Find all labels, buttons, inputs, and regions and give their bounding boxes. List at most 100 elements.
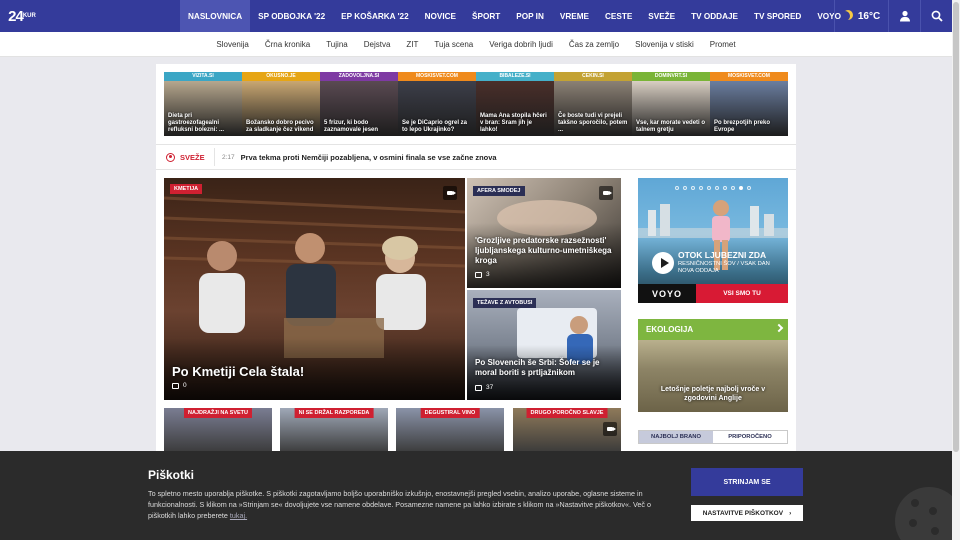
category-badge[interactable]: TEŽAVE Z AVTOBUSI — [473, 298, 537, 308]
partner-image: Božansko dobro pecivo za sladkanje čez v… — [242, 81, 320, 136]
partner-title[interactable]: 5 frizur, ki bodo zaznamovale jesen — [324, 120, 395, 134]
nav-item[interactable]: POP IN — [508, 0, 552, 32]
nav-item[interactable]: TV SPORED — [746, 0, 809, 32]
partner-title[interactable]: Če boste tudi vi prejeli takšno sporočil… — [558, 113, 629, 134]
divider — [214, 148, 215, 166]
subnav-item[interactable]: Promet — [702, 40, 744, 49]
partner-image: Mama Ana stopila hčeri v bran: Sram jih … — [476, 81, 554, 136]
small-story-card[interactable]: DEGUSTIRAL VINO — [396, 408, 504, 453]
cookie-more-link[interactable]: tukaj. — [230, 511, 247, 520]
site-logo[interactable]: 24 KUR — [0, 0, 44, 32]
partner-title[interactable]: Se je DiCaprio ogrel za to lepo Ukrajink… — [402, 120, 473, 134]
subnav-item[interactable]: Slovenija — [208, 40, 256, 49]
main-story-card[interactable]: KMETIJA Po Kmetiji Cela štala! 0 — [164, 178, 465, 400]
breaking-headline[interactable]: Prva tekma proti Nemčiji pozabljena, v o… — [241, 153, 497, 162]
voyo-cta-button[interactable]: VSI SMO TU — [696, 284, 788, 303]
cookie-settings-button[interactable]: NASTAVITVE PIŠKOTKOV › — [691, 505, 803, 521]
partner-card[interactable]: CEKIN.SI Če boste tudi vi prejeli takšno … — [554, 72, 632, 136]
story-card[interactable]: TEŽAVE Z AVTOBUSI Po Slovencih še Srbi: … — [467, 290, 621, 400]
category-badge[interactable]: AFERA SMODEJ — [473, 186, 525, 196]
carousel-dot[interactable] — [715, 186, 719, 190]
partner-card[interactable]: ZADOVOLJNA.SI 5 frizur, ki bodo zaznamova… — [320, 72, 398, 136]
nav-item[interactable]: CESTE — [597, 0, 640, 32]
partner-title[interactable]: Vse, kar morate vedeti o talnem gretju — [636, 120, 707, 134]
partner-title[interactable]: Božansko dobro pecivo za sladkanje čez v… — [246, 120, 317, 134]
breaking-news-bar[interactable]: SVEŽE 2:17 Prva tekma proti Nemčiji poza… — [156, 144, 796, 170]
tab-most-read[interactable]: NAJBOLJ BRANO — [639, 431, 713, 443]
ecology-box[interactable]: EKOLOGIJA Letošnje poletje najbolj vroče… — [638, 319, 788, 412]
promo-subtitle: RESNIČNOSTNI ŠOV / VSAK DAN NOVA ODDAJA — [678, 261, 770, 274]
partner-card[interactable]: DOMINVRT.SI Vse, kar morate vedeti o taln… — [632, 72, 710, 136]
category-badge[interactable]: NI SE DRŽAL RAZPOREDA — [294, 408, 374, 418]
user-icon — [899, 10, 910, 22]
category-badge[interactable]: KMETIJA — [170, 184, 203, 194]
search-button[interactable] — [920, 0, 952, 32]
comment-icon — [475, 384, 482, 391]
nav-item[interactable]: VREME — [552, 0, 597, 32]
carousel-dot[interactable] — [699, 186, 703, 190]
subnav-item[interactable]: Tujina — [318, 40, 356, 49]
nav-item[interactable]: NASLOVNICA — [180, 0, 251, 32]
nav-item[interactable]: EP KOŠARKA '22 — [333, 0, 416, 32]
ecology-headline[interactable]: Letošnje poletje najbolj vroče v zgodovi… — [646, 385, 780, 403]
category-badge[interactable]: DEGUSTIRAL VINO — [420, 408, 480, 418]
comment-count[interactable]: 37 — [475, 384, 493, 391]
partner-image: Vse, kar morate vedeti o talnem gretju — [632, 81, 710, 136]
story-card[interactable]: AFERA SMODEJ 'Grozljive predatorske razs… — [467, 178, 621, 288]
carousel-dot[interactable] — [683, 186, 687, 190]
promo-bar: VOYO VSI SMO TU — [638, 284, 788, 303]
subnav-item[interactable]: Slovenija v stiski — [627, 40, 702, 49]
ecology-image: Letošnje poletje najbolj vroče v zgodovi… — [638, 340, 788, 412]
small-story-card[interactable]: DRUGO POROČNO SLAVJE — [513, 408, 621, 453]
carousel-dot[interactable] — [675, 186, 679, 190]
partner-card[interactable]: OKUSNO.JE Božansko dobro pecivo za sladka… — [242, 72, 320, 136]
partner-card[interactable]: BIBALEZE.SI Mama Ana stopila hčeri v bran… — [476, 72, 554, 136]
subnav-item[interactable]: ZIT — [398, 40, 426, 49]
nav-item[interactable]: SVEŽE — [640, 0, 683, 32]
sub-navigation: Slovenija Črna kronika Tujina Dejstva ZIT Tuj… — [0, 32, 952, 57]
tab-recommended[interactable]: PRIPOROČENO — [713, 431, 787, 443]
accept-cookies-button[interactable]: STRINJAM SE — [691, 468, 803, 496]
partner-card[interactable]: VIZITA.SI Dieta pri gastroezofagealni ref… — [164, 72, 242, 136]
ecology-header[interactable]: EKOLOGIJA — [638, 319, 788, 340]
carousel-dot[interactable] — [747, 186, 751, 190]
small-story-card[interactable]: NAJDRAŽJI NA SVETU — [164, 408, 272, 453]
play-icon[interactable] — [652, 252, 674, 274]
partner-title[interactable]: Mama Ana stopila hčeri v bran: Sram jih … — [480, 113, 551, 134]
logo-main: 24 — [8, 7, 24, 25]
partner-title[interactable]: Po brezpotjih preko Evrope — [714, 120, 785, 134]
story-title[interactable]: 'Grozljive predatorske razsežnosti' ljub… — [475, 236, 617, 266]
nav-item[interactable]: SP ODBOJKA '22 — [250, 0, 333, 32]
subnav-item[interactable]: Veriga dobrih ljudi — [481, 40, 561, 49]
breaking-time: 2:17 — [222, 153, 235, 161]
story-title[interactable]: Po Slovencih še Srbi: Šofer se je moral … — [475, 358, 617, 378]
carousel-dot[interactable] — [723, 186, 727, 190]
carousel-dot[interactable] — [731, 186, 735, 190]
comment-count[interactable]: 0 — [172, 382, 187, 389]
scrollbar[interactable] — [952, 0, 960, 540]
category-badge[interactable]: NAJDRAŽJI NA SVETU — [184, 408, 252, 418]
carousel-dot[interactable] — [739, 186, 743, 190]
voyo-promo[interactable]: OTOK LJUBEZNI ZDA RESNIČNOSTNI ŠOV / VSA… — [638, 178, 788, 303]
subnav-item[interactable]: Čas za zemljo — [561, 40, 627, 49]
scrollbar-thumb[interactable] — [953, 2, 959, 452]
partner-card[interactable]: MOSKISVET.COM Po brezpotjih preko Evrope — [710, 72, 788, 136]
voyo-logo[interactable]: VOYO — [638, 284, 696, 303]
nav-item[interactable]: ŠPORT — [464, 0, 508, 32]
cookie-settings-label: NASTAVITVE PIŠKOTKOV — [702, 509, 784, 517]
weather-widget[interactable]: 16°C — [834, 0, 888, 32]
subnav-item[interactable]: Dejstva — [356, 40, 399, 49]
nav-item[interactable]: TV ODDAJE — [683, 0, 746, 32]
category-badge[interactable]: DRUGO POROČNO SLAVJE — [526, 408, 608, 418]
subnav-item[interactable]: Črna kronika — [257, 40, 318, 49]
user-button[interactable] — [888, 0, 920, 32]
carousel-dot[interactable] — [707, 186, 711, 190]
carousel-dot[interactable] — [691, 186, 695, 190]
small-story-card[interactable]: NI SE DRŽAL RAZPOREDA — [280, 408, 388, 453]
subnav-item[interactable]: Tuja scena — [426, 40, 481, 49]
partner-title[interactable]: Dieta pri gastroezofagealni refluksni bo… — [168, 113, 239, 134]
main-story-title[interactable]: Po Kmetiji Cela štala! — [172, 364, 304, 379]
nav-item[interactable]: NOVICE — [417, 0, 464, 32]
comment-count[interactable]: 3 — [475, 271, 490, 278]
partner-card[interactable]: MOSKISVET.COM Se je DiCaprio ogrel za to … — [398, 72, 476, 136]
